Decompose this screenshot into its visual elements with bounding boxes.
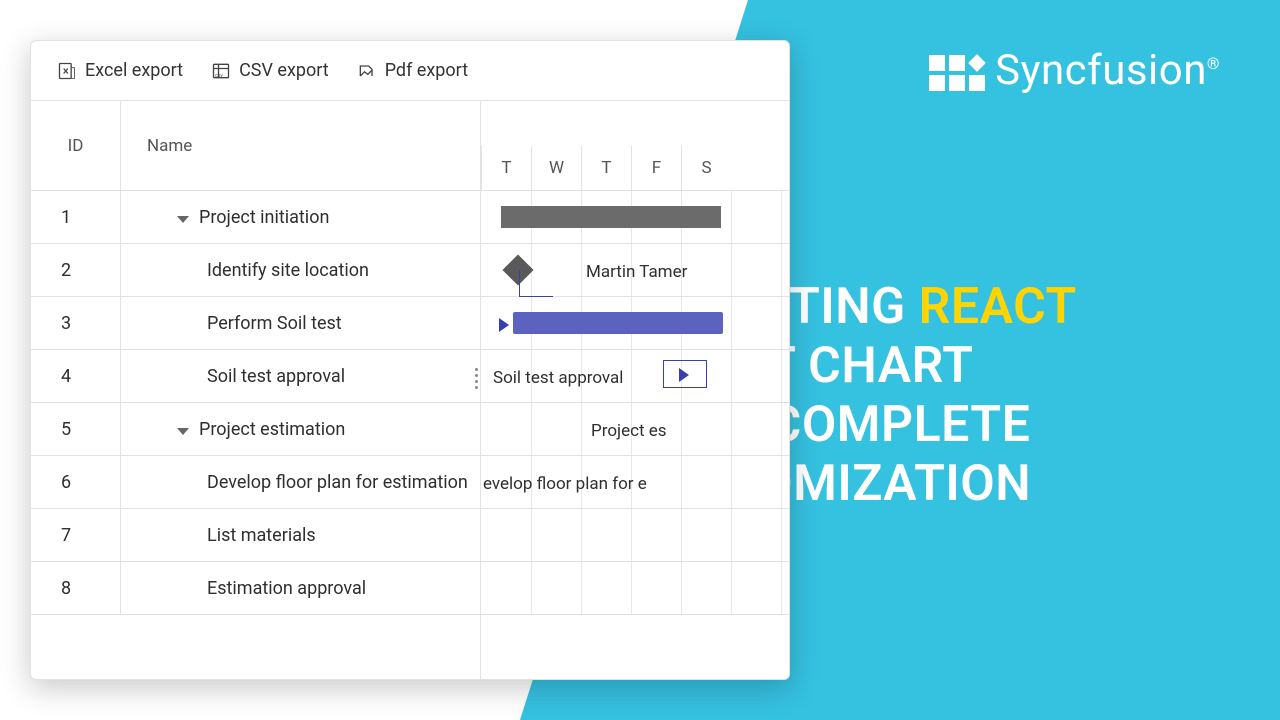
col-header-id[interactable]: ID <box>31 101 121 190</box>
cell-name: Project estimation <box>121 403 480 455</box>
day-header[interactable]: F <box>631 146 681 190</box>
logo-text: Syncfusion® <box>995 46 1220 95</box>
csv-export-label: CSV export <box>239 60 329 81</box>
row-name-text: Soil test approval <box>207 366 345 387</box>
chart-row-5[interactable]: Project es <box>481 403 789 456</box>
col-header-name[interactable]: Name <box>121 101 480 190</box>
cell-id: 1 <box>31 191 121 243</box>
table-row[interactable]: 2 Identify site location <box>31 244 480 297</box>
cell-name: Perform Soil test <box>121 297 480 349</box>
row-name-text: Perform Soil test <box>207 313 342 334</box>
chart-row-3[interactable] <box>481 297 789 350</box>
dependency-arrow-icon <box>499 318 509 332</box>
table-row[interactable]: 3 Perform Soil test <box>31 297 480 350</box>
bar-label: Martin Tamer <box>586 262 687 282</box>
cell-name: Soil test approval <box>121 350 480 402</box>
table-row[interactable]: 4 Soil test approval <box>31 350 480 403</box>
timeline-header: TWTFS <box>481 101 789 191</box>
dependency-arrow-icon <box>679 368 689 382</box>
day-header[interactable]: S <box>681 146 731 190</box>
milestone-marker[interactable] <box>502 254 533 285</box>
table-row[interactable]: 6 Develop floor plan for estimation <box>31 456 480 509</box>
row-name-text: Project initiation <box>199 207 329 228</box>
tree-grid-header: ID Name <box>31 101 480 191</box>
headline-accent: REACT <box>919 278 1077 336</box>
row-name-text: Develop floor plan for estimation <box>207 472 468 493</box>
row-name-text: List materials <box>207 525 316 546</box>
summary-bar[interactable] <box>501 206 721 228</box>
svg-text:csv: csv <box>215 72 223 78</box>
csv-icon: csv <box>211 61 231 81</box>
chart-row-6[interactable]: evelop floor plan for e <box>481 456 789 509</box>
table-row[interactable]: 8 Estimation approval <box>31 562 480 615</box>
day-header[interactable]: T <box>481 146 531 190</box>
row-name-text: Project estimation <box>199 419 345 440</box>
bar-label: Project es <box>591 421 667 441</box>
bar-label: evelop floor plan for e <box>483 474 647 494</box>
chart-row-4[interactable]: Soil test approval <box>481 350 789 403</box>
excel-export-button[interactable]: Excel export <box>57 60 183 81</box>
cell-name: Project initiation <box>121 191 480 243</box>
pdf-icon <box>357 61 377 81</box>
timeline-pane: TWTFS Martin Tamer <box>481 101 789 679</box>
row-name-text: Estimation approval <box>207 578 366 599</box>
splitter-handle-icon[interactable] <box>475 368 479 389</box>
collapse-caret-icon[interactable] <box>177 428 189 435</box>
toolbar: Excel export csv CSV export Pdf export <box>31 41 789 101</box>
pdf-export-label: Pdf export <box>385 60 468 81</box>
day-header[interactable]: W <box>531 146 581 190</box>
syncfusion-logo: Syncfusion® <box>929 46 1220 95</box>
tree-grid: ID Name 1 Project initiation 2 Identify sit… <box>31 101 481 679</box>
table-row[interactable]: 1 Project initiation <box>31 191 480 244</box>
row-name-text: Identify site location <box>207 260 369 281</box>
cell-id: 8 <box>31 562 121 614</box>
task-bar[interactable] <box>513 312 723 334</box>
chart-row-8[interactable] <box>481 562 789 615</box>
pdf-export-button[interactable]: Pdf export <box>357 60 468 81</box>
chart-row-2[interactable]: Martin Tamer <box>481 244 789 297</box>
csv-export-button[interactable]: csv CSV export <box>211 60 329 81</box>
logo-mark <box>929 55 985 91</box>
cell-name: Develop floor plan for estimation <box>121 456 480 508</box>
chart-body: Martin Tamer Soil test approval Project … <box>481 191 789 615</box>
cell-id: 2 <box>31 244 121 296</box>
chart-row-1[interactable] <box>481 191 789 244</box>
chart-row-7[interactable] <box>481 509 789 562</box>
table-row[interactable]: 5 Project estimation <box>31 403 480 456</box>
gantt-panel: Excel export csv CSV export Pdf export I… <box>30 40 790 680</box>
grid-wrap: ID Name 1 Project initiation 2 Identify sit… <box>31 101 789 679</box>
day-row: TWTFS <box>481 146 789 190</box>
cell-name: Estimation approval <box>121 562 480 614</box>
day-header[interactable]: T <box>581 146 631 190</box>
collapse-caret-icon[interactable] <box>177 216 189 223</box>
excel-icon <box>57 61 77 81</box>
excel-export-label: Excel export <box>85 60 183 81</box>
cell-name: List materials <box>121 509 480 561</box>
cell-id: 5 <box>31 403 121 455</box>
bar-label: Soil test approval <box>493 368 623 388</box>
cell-id: 7 <box>31 509 121 561</box>
cell-name: Identify site location <box>121 244 480 296</box>
cell-id: 3 <box>31 297 121 349</box>
cell-id: 6 <box>31 456 121 508</box>
table-row[interactable]: 7 List materials <box>31 509 480 562</box>
cell-id: 4 <box>31 350 121 402</box>
stage: Syncfusion® EXPORTING REACT GANTT CHART … <box>0 0 1280 720</box>
